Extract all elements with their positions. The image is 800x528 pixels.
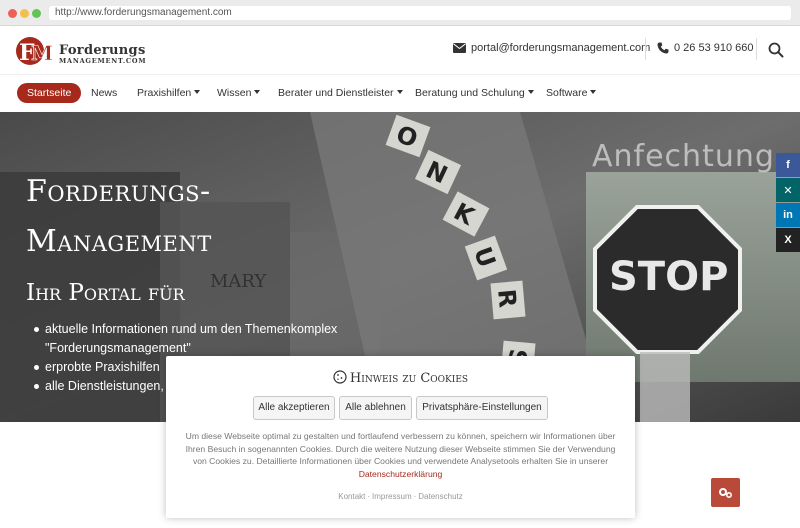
stop-sign-text: STOP <box>609 254 728 300</box>
minimize-window-dot[interactable] <box>20 9 29 18</box>
chevron-down-icon <box>254 90 261 94</box>
datenschutz-link[interactable]: Datenschutz <box>418 492 462 501</box>
linkedin-icon: in <box>783 209 793 221</box>
xing-share-button[interactable]: ✕ <box>776 178 800 202</box>
chevron-down-icon <box>194 90 201 94</box>
impressum-link[interactable]: Impressum <box>372 492 412 501</box>
site-header: F M Forderungs MANAGEMENT.COM portal@for… <box>0 26 800 74</box>
reject-all-cookies-button[interactable]: Alle ablehnen <box>339 396 412 420</box>
chevron-down-icon <box>527 90 534 94</box>
phone-icon <box>657 42 669 54</box>
logo-text-management: MANAGEMENT.COM <box>59 57 147 65</box>
search-icon[interactable] <box>768 42 784 58</box>
nav-item-wissen[interactable]: Wissen <box>217 83 261 103</box>
email-contact[interactable]: portal@forderungsmanagement.com <box>453 42 650 54</box>
envelope-icon <box>453 43 466 53</box>
privacy-policy-link[interactable]: Datenschutzerklärung <box>359 469 443 479</box>
x-share-button[interactable]: X <box>776 228 800 252</box>
chevron-down-icon <box>396 90 403 94</box>
facebook-icon: f <box>786 159 790 171</box>
cookie-description: Um diese Webseite optimal zu gestalten u… <box>185 431 616 479</box>
privacy-settings-button[interactable]: Privatsphäre-Einstellungen <box>416 396 548 420</box>
facebook-share-button[interactable]: f <box>776 153 800 177</box>
email-address: portal@forderungsmanagement.com <box>471 42 651 54</box>
anfechtung-text: Anfechtung <box>592 139 775 174</box>
phone-contact[interactable]: 0 26 53 910 660 <box>657 42 754 54</box>
nav-item-software[interactable]: Software <box>546 83 597 103</box>
hero-title-line1: Forderungs- <box>26 174 211 209</box>
svg-text:M: M <box>31 41 53 65</box>
maximize-window-dot[interactable] <box>32 9 41 18</box>
svg-text:R: R <box>492 288 522 309</box>
close-window-dot[interactable] <box>8 9 17 18</box>
gears-icon <box>719 488 733 499</box>
cookie-consent-dialog: Hinweis zu Cookies Alle akzeptieren Alle… <box>166 356 635 518</box>
list-item: aktuelle Informationen rund um den Theme… <box>33 320 337 339</box>
chevron-down-icon <box>590 90 597 94</box>
nav-item-berater[interactable]: Berater und Dienstleister <box>278 83 403 103</box>
divider <box>645 38 646 60</box>
hero-title-line2: Management <box>26 224 212 259</box>
hero-subtitle: Ihr Portal für <box>26 280 185 306</box>
x-twitter-icon: X <box>784 234 792 246</box>
cookie-icon <box>333 370 347 384</box>
cookie-dialog-title: Hinweis zu Cookies <box>166 370 635 386</box>
nav-item-startseite[interactable]: Startseite <box>17 83 82 103</box>
logo-text-forderungs: Forderungs <box>59 43 146 58</box>
site-logo[interactable]: F M Forderungs MANAGEMENT.COM <box>16 34 146 68</box>
nav-item-news[interactable]: News <box>91 83 117 103</box>
cookie-footer-links: Kontakt · Impressum · Datenschutz <box>338 492 463 501</box>
xing-icon: ✕ <box>783 184 793 197</box>
kontakt-link[interactable]: Kontakt <box>338 492 365 501</box>
divider <box>756 38 757 60</box>
cookie-settings-button[interactable] <box>711 478 740 507</box>
address-bar[interactable]: http://www.forderungsmanagement.com <box>49 6 791 20</box>
nav-item-beratung[interactable]: Beratung und Schulung <box>415 83 534 103</box>
accept-all-cookies-button[interactable]: Alle akzeptieren <box>253 396 335 420</box>
nav-item-praxishilfen[interactable]: Praxishilfen <box>137 83 201 103</box>
browser-chrome: http://www.forderungsmanagement.com <box>0 0 800 26</box>
grave-inscription: MARY <box>210 271 267 292</box>
fm-logo-mark-icon: F M <box>16 37 53 66</box>
linkedin-share-button[interactable]: in <box>776 203 800 227</box>
main-navigation: Startseite News Praxishilfen Wissen Bera… <box>0 74 800 112</box>
phone-number: 0 26 53 910 660 <box>674 42 754 54</box>
